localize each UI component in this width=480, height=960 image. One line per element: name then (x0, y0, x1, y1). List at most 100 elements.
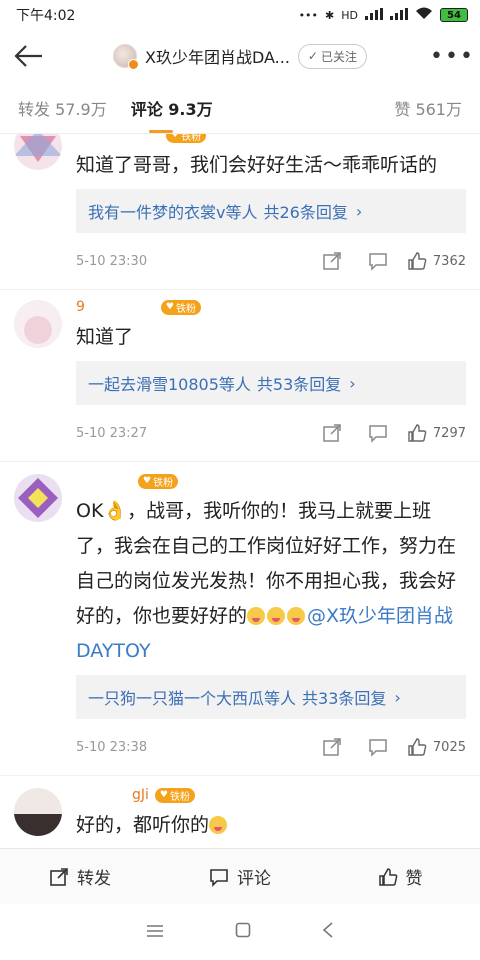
comment-text: 好的，都听你的 (76, 808, 466, 843)
thumbs-up-icon (408, 738, 427, 756)
share-icon (50, 867, 68, 886)
share-button[interactable] (309, 423, 355, 443)
follow-button[interactable]: ✓ 已关注 (297, 43, 367, 69)
fan-badge: ♥ 铁粉 (154, 787, 195, 803)
back-button[interactable] (14, 38, 50, 74)
nav-user[interactable]: X玖少年团肖战DA... ✓ 已关注 (60, 43, 420, 70)
emoji-icon (267, 607, 286, 625)
like-count: 7362 (432, 253, 466, 269)
status-time: 下午4:02 (16, 8, 76, 24)
tab-bar: 转发 57.9万 评论 9.3万 赞 561万 (0, 82, 480, 134)
like-button[interactable]: 赞 (320, 864, 480, 889)
bottom-action-bar: 转发 评论 赞 (0, 848, 480, 904)
bluetooth-icon: ✱ (325, 8, 335, 22)
reply-summary[interactable]: 一起去滑雪10805等人 共53条回复 › (76, 361, 466, 405)
emoji-icon (287, 607, 306, 625)
comment-icon (369, 425, 387, 443)
back-nav-icon[interactable] (322, 922, 334, 942)
signal-icon-2 (390, 7, 408, 23)
ok-hand-icon: 👌 (103, 500, 128, 522)
reply-summary[interactable]: 我有一件梦的衣裳v等人 共26条回复 › (76, 189, 466, 233)
tab-comment[interactable]: 评论 9.3万 (131, 96, 213, 133)
share-button[interactable] (309, 737, 355, 757)
comment-item: ♥ 铁粉 知道了哥哥，我们会好好生活～乖乖听话的 我有一件梦的衣裳v等人 共26条… (0, 134, 480, 290)
nav-bar: X玖少年团肖战DA... ✓ 已关注 ••• (0, 30, 480, 82)
like-button[interactable]: 7297 (407, 423, 466, 443)
fan-badge: ♥ 铁粉 (138, 473, 179, 489)
comment-author[interactable] (76, 134, 160, 143)
chevron-right-icon: › (355, 201, 363, 221)
follow-label: 已关注 (320, 49, 357, 64)
fan-badge: ♥ 铁粉 (166, 134, 207, 143)
comment-author[interactable] (76, 473, 132, 489)
avatar[interactable] (14, 134, 62, 170)
back-arrow-icon (14, 45, 42, 67)
reply-users: 一只狗一只猫一个大西瓜等人 (88, 689, 297, 708)
more-icon[interactable]: ••• (430, 44, 473, 69)
chevron-right-icon: › (349, 373, 356, 393)
reply-count: 共26条回复 (263, 203, 348, 222)
comment-text: OK👌，战哥，我听你的！我马上就要上班了，我会在自己的工作岗位好好工作，努力在自… (76, 500, 457, 662)
comment-icon (369, 739, 387, 757)
comment-list: ♥ 铁粉 知道了哥哥，我们会好好生活～乖乖听话的 我有一件梦的衣裳v等人 共26条… (0, 134, 480, 848)
repost-button[interactable]: 转发 (0, 864, 160, 889)
emoji-icon (209, 816, 228, 834)
menu-icon[interactable] (146, 923, 164, 942)
heart-icon: ♥ (171, 134, 180, 140)
share-icon (323, 738, 341, 756)
like-label: 赞 (405, 869, 423, 889)
comment-time: 5-10 23:30 (76, 253, 148, 269)
home-icon[interactable] (235, 922, 251, 942)
signal-icon (365, 7, 383, 23)
share-icon (323, 252, 341, 270)
tab-like[interactable]: 赞 561万 (394, 96, 462, 120)
reply-users: 一起去滑雪10805等人 (88, 375, 251, 394)
like-count: 7025 (432, 739, 466, 755)
tab-repost[interactable]: 转发 57.9万 (18, 96, 107, 120)
wifi-icon (415, 7, 433, 23)
dots-icon: ••• (298, 8, 319, 22)
avatar[interactable] (112, 44, 139, 70)
check-icon: ✓ (307, 49, 318, 63)
status-icons: ••• ✱ HD 54 (299, 7, 468, 23)
avatar[interactable] (14, 788, 62, 836)
comment-item: 9 ♥ 铁粉 知道了 一起去滑雪10805等人 共53条回复 › 5-10 23:… (0, 290, 480, 462)
like-button[interactable]: 7362 (407, 251, 466, 271)
comment-button[interactable]: 评论 (160, 864, 320, 889)
heart-icon: ♥ (143, 476, 152, 486)
like-count: 7297 (432, 425, 466, 441)
reply-button[interactable] (355, 423, 401, 443)
battery-icon: 54 (440, 8, 468, 22)
avatar[interactable] (14, 300, 62, 348)
thumbs-up-icon (408, 424, 427, 442)
reply-users: 我有一件梦的衣裳v等人 (88, 203, 258, 222)
page-title: X玖少年团肖战DA... (144, 48, 290, 67)
share-icon (323, 424, 341, 442)
status-bar: 下午4:02 ••• ✱ HD 54 (0, 0, 480, 30)
reply-count: 共53条回复 (256, 375, 342, 394)
comment-label: 评论 (237, 869, 271, 889)
fan-badge: ♥ 铁粉 (160, 299, 201, 315)
like-button[interactable]: 7025 (407, 737, 466, 757)
thumbs-up-icon (408, 252, 427, 270)
reply-button[interactable] (355, 251, 401, 271)
avatar[interactable] (14, 474, 62, 522)
comment-icon (210, 868, 228, 887)
verified-icon (127, 59, 139, 70)
comment-text: 知道了哥哥，我们会好好生活～乖乖听话的 (76, 154, 438, 176)
comment-time: 5-10 23:38 (76, 739, 148, 755)
reply-summary[interactable]: 一只狗一只猫一个大西瓜等人 共33条回复 › (76, 675, 466, 719)
heart-icon: ♥ (165, 302, 174, 312)
repost-label: 转发 (77, 869, 111, 889)
reply-button[interactable] (355, 737, 401, 757)
comment-item: ♥ 铁粉 OK👌，战哥，我听你的！我马上就要上班了，我会在自己的工作岗位好好工作，… (0, 462, 480, 776)
chevron-right-icon: › (394, 687, 401, 707)
share-button[interactable] (309, 251, 355, 271)
system-nav-bar (0, 904, 480, 960)
comment-author[interactable]: 9 (76, 299, 155, 315)
network-label: HD (341, 8, 358, 22)
comment-item: gJi ♥ 铁粉 好的，都听你的 (0, 776, 480, 843)
comment-text: 知道了 (76, 326, 134, 348)
reply-count: 共33条回复 (302, 689, 387, 708)
comment-author[interactable]: gJi (76, 787, 149, 803)
